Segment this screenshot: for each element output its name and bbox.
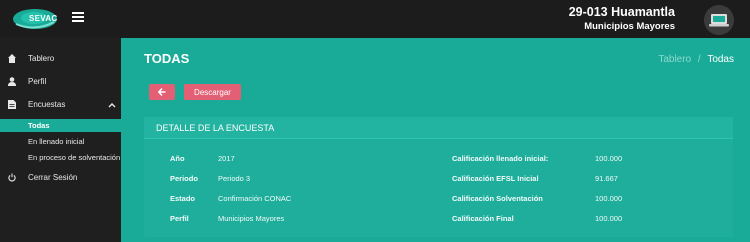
logo-text: SEVAC	[29, 14, 58, 23]
card-title: DETALLE DE LA ENCUESTA	[156, 123, 275, 133]
home-icon	[8, 54, 16, 63]
sidebar-subitem-label: En llenado inicial	[28, 137, 85, 146]
sidebar-item-encuestas[interactable]: Encuestas	[0, 96, 121, 114]
sidebar: Tablero Perfil Encuestas Todas En llenad…	[0, 38, 121, 242]
download-button[interactable]: Descargar	[184, 84, 241, 100]
field-label-calificacion-final: Calificación Final	[452, 214, 514, 223]
organization-title: 29-013 Huamantla	[568, 5, 675, 19]
breadcrumb-separator: /	[697, 54, 701, 65]
field-label-calificacion-llenado: Calificación llenado inicial:	[452, 154, 549, 163]
sidebar-subitem-todas[interactable]: Todas	[0, 119, 121, 132]
power-icon	[8, 173, 16, 182]
breadcrumb-link-tablero[interactable]: Tablero	[658, 54, 691, 65]
back-button[interactable]	[149, 84, 175, 100]
avatar-icon	[709, 14, 729, 27]
field-value-ano: 2017	[218, 154, 235, 163]
field-label-calificacion-efsl: Calificación EFSL Inicial	[452, 174, 539, 183]
field-value-perfil: Municipios Mayores	[218, 214, 285, 223]
breadcrumb-current: Todas	[707, 54, 734, 65]
organization-subtitle: Municipios Mayores	[584, 21, 675, 32]
top-bar: SEVAC 29-013 Huamantla Municipios Mayore…	[0, 0, 750, 38]
field-label-periodo: Periodo	[170, 174, 198, 183]
page-title: TODAS	[144, 51, 190, 66]
field-label-ano: Año	[170, 154, 185, 163]
sidebar-item-label: Cerrar Sesión	[28, 173, 78, 182]
sidebar-item-perfil[interactable]: Perfil	[0, 73, 121, 91]
sidebar-item-cerrar-sesion[interactable]: Cerrar Sesión	[0, 169, 121, 187]
user-avatar[interactable]	[704, 5, 734, 35]
sidebar-item-label: Encuestas	[28, 100, 66, 109]
sidebar-item-label: Perfil	[28, 77, 47, 86]
user-icon	[8, 77, 16, 86]
menu-toggle-icon[interactable]	[72, 12, 84, 22]
sidebar-subitem-label: En proceso de solventación	[28, 153, 121, 162]
field-label-perfil: Perfil	[170, 214, 189, 223]
field-value-estado: Confirmación CONAC	[218, 194, 292, 203]
field-value-calificacion-final: 100.000	[595, 214, 623, 223]
field-label-estado: Estado	[170, 194, 196, 203]
sidebar-subitem-label: Todas	[28, 121, 50, 130]
sidebar-subitem-solventacion[interactable]: En proceso de solventación	[0, 151, 121, 164]
document-icon	[8, 100, 16, 109]
card-header: DETALLE DE LA ENCUESTA	[144, 117, 733, 139]
field-value-calificacion-solventacion: 100.000	[595, 194, 623, 203]
field-value-calificacion-llenado: 100.000	[595, 154, 623, 163]
field-value-calificacion-efsl: 91.667	[595, 174, 618, 183]
app-logo[interactable]: SEVAC	[8, 4, 62, 34]
survey-detail-card: DETALLE DE LA ENCUESTA Año 2017 Periodo …	[144, 117, 733, 237]
chevron-up-icon	[108, 103, 116, 108]
arrow-left-icon	[158, 88, 166, 96]
sidebar-subitem-llenado-inicial[interactable]: En llenado inicial	[0, 135, 121, 148]
sidebar-item-label: Tablero	[28, 54, 55, 63]
breadcrumb: Tablero / Todas	[658, 54, 734, 65]
field-label-calificacion-solventacion: Calificación Solventación	[452, 194, 543, 203]
field-value-periodo: Periodo 3	[218, 174, 251, 183]
sidebar-item-tablero[interactable]: Tablero	[0, 50, 121, 68]
